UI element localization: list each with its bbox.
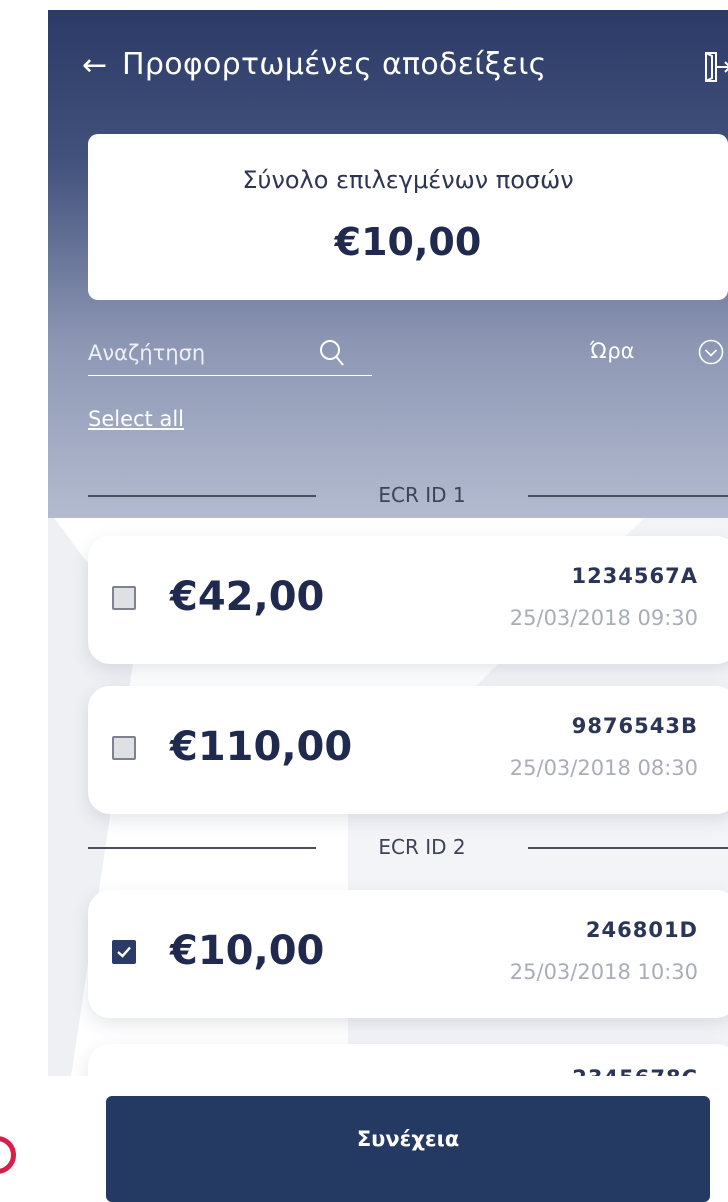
receipt-card[interactable]: €42,00 1234567A 25/03/2018 09:30 — [88, 536, 728, 664]
selected-total-label: Σύνολο επιλεγμένων ποσών — [242, 166, 574, 194]
receipt-checkbox[interactable] — [112, 736, 136, 760]
logout-icon[interactable] — [696, 50, 728, 84]
receipt-checkbox[interactable] — [112, 586, 136, 610]
group-label: ECR ID 2 — [378, 835, 466, 859]
select-all-link[interactable]: Select all — [88, 404, 184, 434]
receipt-amount: €10,00 — [170, 928, 325, 974]
receipt-card[interactable]: €10,00 246801D 25/03/2018 10:30 — [88, 890, 728, 1018]
group-divider: ECR ID 1 — [88, 480, 728, 510]
back-arrow-icon[interactable]: ← — [82, 46, 107, 86]
receipt-id: 246801D — [585, 918, 698, 942]
receipt-id: 1234567A — [571, 564, 698, 588]
group-label: ECR ID 1 — [378, 483, 466, 507]
selected-total-amount: €10,00 — [334, 220, 482, 264]
continue-button[interactable]: Συνέχεια — [106, 1096, 710, 1202]
receipt-checkbox[interactable] — [112, 940, 136, 964]
receipt-datetime: 25/03/2018 09:30 — [509, 606, 698, 630]
header: ← Προφορτωμένες αποδείξεις Σύνολο επιλεγ… — [48, 10, 728, 518]
receipt-datetime: 25/03/2018 10:30 — [509, 960, 698, 984]
search-field[interactable] — [88, 334, 372, 376]
search-input[interactable] — [88, 336, 288, 370]
page-title: Προφορτωμένες αποδείξεις — [122, 47, 547, 82]
receipt-id: 9876543B — [571, 714, 698, 738]
receipt-amount: €42,00 — [170, 574, 325, 620]
sort-dropdown[interactable]: Ώρα — [590, 334, 724, 370]
sort-label: Ώρα — [590, 339, 635, 363]
chevron-down-icon — [698, 339, 724, 365]
receipt-card[interactable]: €110,00 9876543B 25/03/2018 08:30 — [88, 686, 728, 814]
checkmark-icon — [117, 946, 131, 958]
group-divider: ECR ID 2 — [88, 832, 728, 862]
selected-total-card: Σύνολο επιλεγμένων ποσών €10,00 — [88, 134, 728, 300]
divider-line — [88, 847, 316, 849]
edge-marker — [0, 1136, 16, 1174]
divider-line — [528, 495, 728, 497]
receipt-datetime: 25/03/2018 08:30 — [509, 756, 698, 780]
receipt-amount: €110,00 — [170, 724, 353, 770]
search-icon[interactable] — [318, 338, 346, 368]
divider-line — [528, 847, 728, 849]
divider-line — [88, 495, 316, 497]
app-screen: ← Προφορτωμένες αποδείξεις Σύνολο επιλεγ… — [48, 10, 728, 1202]
